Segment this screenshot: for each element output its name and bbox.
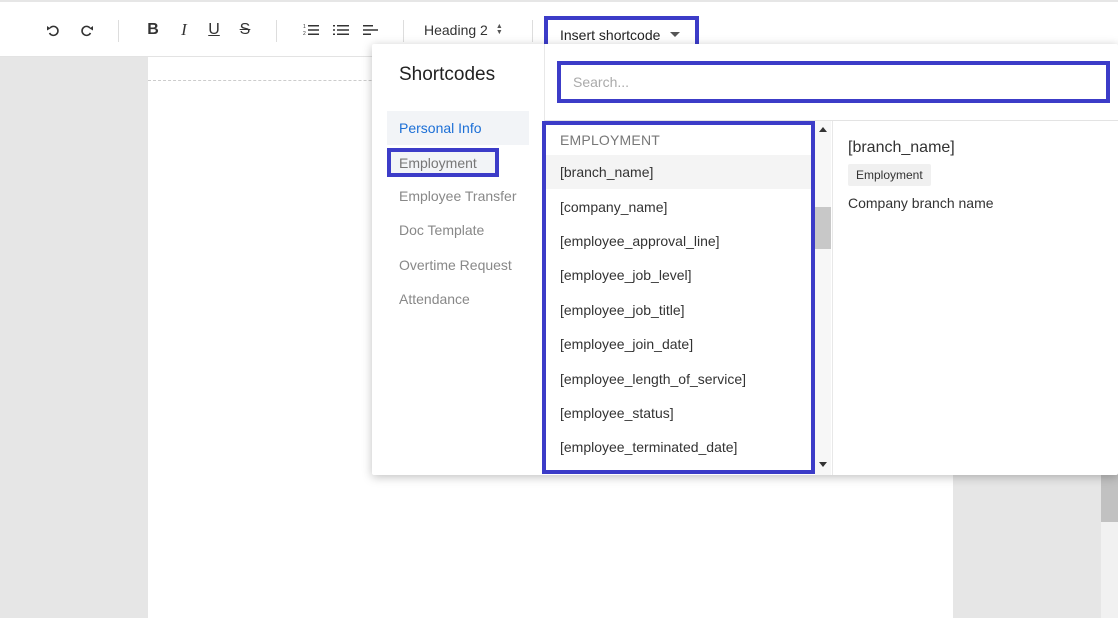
popup-title: Shortcodes [399,64,496,85]
toolbar-divider [118,20,119,42]
insert-shortcode-label: Insert shortcode [560,26,661,43]
italic-button[interactable]: I [175,18,193,42]
category-employee-transfer[interactable]: Employee Transfer [387,179,529,213]
list-item[interactable]: [branch_name] [546,155,811,190]
sort-arrows-icon: ▲ ▼ [495,23,503,36]
underline-button[interactable]: U [205,18,223,42]
list-group-header: EMPLOYMENT [560,132,661,148]
list-scrollbar[interactable] [815,121,831,475]
category-employment[interactable]: Employment [387,148,499,177]
category-personal-info[interactable]: Personal Info [387,111,529,145]
toolbar-divider [276,20,277,42]
undo-icon[interactable] [44,18,62,42]
list-item[interactable]: [employee_job_title] [546,293,811,327]
category-badge: Employment [848,164,931,186]
heading-select[interactable]: Heading 2 ▲ ▼ [424,19,503,41]
category-overtime-request[interactable]: Overtime Request [387,248,529,282]
list-item[interactable]: [employee_approval_line] [546,224,811,258]
list-item[interactable]: [company_name] [546,189,811,223]
shortcode-detail: [branch_name] Employment Company branch … [832,121,1118,475]
bullet-list-icon[interactable] [332,18,350,42]
toolbar-divider [532,20,533,42]
category-attendance[interactable]: Attendance [387,282,529,316]
list-item[interactable]: [employee_job_level] [546,258,811,292]
svg-text:2: 2 [303,31,306,37]
search-box[interactable] [557,61,1110,103]
shortcodes-popup: Shortcodes Personal Info Employment Empl… [372,44,1118,475]
scroll-down-icon[interactable] [819,462,827,467]
list-item[interactable]: [employee_join_date] [546,327,811,361]
toolbar-divider [403,20,404,42]
list-item[interactable]: [employee_length_of_service] [546,361,811,395]
list-item[interactable]: [employee_status] [546,396,811,430]
align-left-icon[interactable] [362,18,380,42]
redo-icon[interactable] [78,18,96,42]
bold-button[interactable]: B [144,18,162,42]
search-input[interactable] [573,74,1106,90]
ordered-list-icon[interactable]: 12 [302,18,320,42]
list-scrollbar-thumb[interactable] [815,207,831,249]
detail-title: [branch_name] [848,139,955,156]
list-item[interactable]: [employee_terminated_date] [546,430,811,464]
heading-select-value: Heading 2 [424,22,488,38]
caret-down-icon [670,32,681,37]
scroll-up-icon[interactable] [819,127,827,132]
category-doc-template[interactable]: Doc Template [387,213,529,247]
detail-description: Company branch name [848,195,994,211]
svg-text:1: 1 [303,24,306,30]
strikethrough-button[interactable]: S [236,18,254,42]
page-scrollbar-thumb[interactable] [1101,472,1118,522]
shortcode-list[interactable]: EMPLOYMENT [branch_name] [company_name] … [542,121,815,474]
